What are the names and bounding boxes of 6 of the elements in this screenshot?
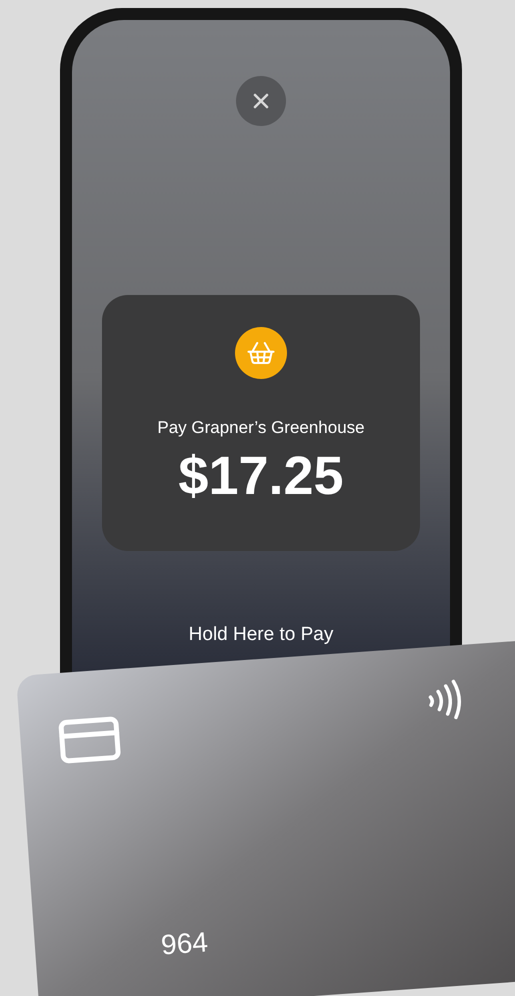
basket-icon [235,327,287,379]
hold-to-pay-text: Hold Here to Pay [188,623,334,647]
close-button[interactable] [236,76,286,126]
amount-text: $17.25 [178,444,344,508]
merchant-text: Pay Grapner’s Greenhouse [157,417,365,439]
card-number-text: 964 [160,925,210,962]
